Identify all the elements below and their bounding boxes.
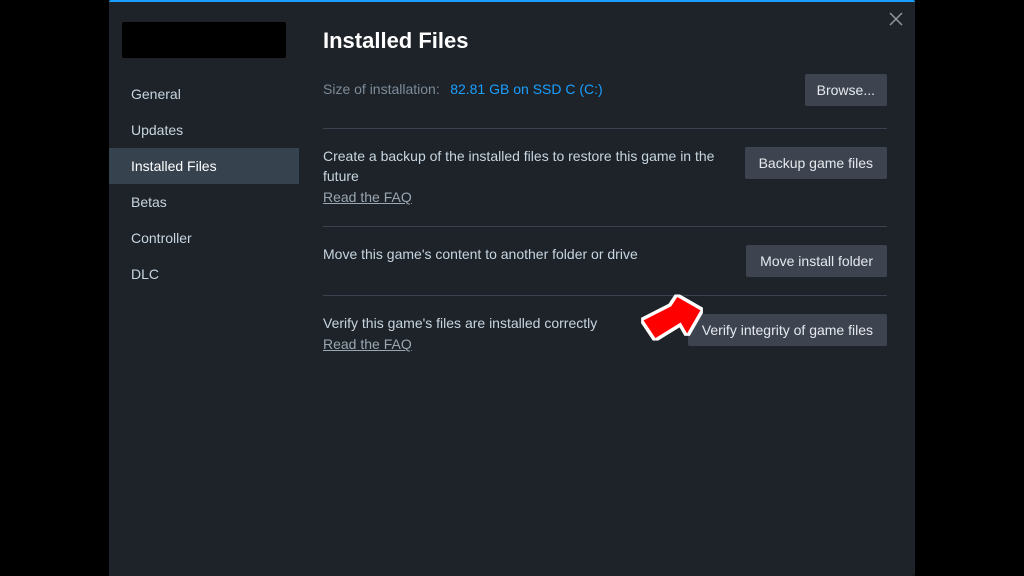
verify-faq-link[interactable]: Read the FAQ xyxy=(323,335,412,355)
sidebar-item-dlc[interactable]: DLC xyxy=(109,256,299,292)
sidebar-item-installed-files[interactable]: Installed Files xyxy=(109,148,299,184)
installation-size-row: Size of installation: 82.81 GB on SSD C … xyxy=(323,74,887,106)
sidebar-item-betas[interactable]: Betas xyxy=(109,184,299,220)
close-icon xyxy=(889,12,903,26)
backup-faq-link[interactable]: Read the FAQ xyxy=(323,188,412,208)
move-description: Move this game's content to another fold… xyxy=(323,245,718,265)
properties-window: General Updates Installed Files Betas Co… xyxy=(109,0,915,576)
sidebar-item-updates[interactable]: Updates xyxy=(109,112,299,148)
move-row: Move this game's content to another fold… xyxy=(323,226,887,295)
close-button[interactable] xyxy=(885,8,907,30)
verify-text: Verify this game's files are installed c… xyxy=(323,315,597,331)
verify-row: Verify this game's files are installed c… xyxy=(323,295,887,373)
move-install-folder-button[interactable]: Move install folder xyxy=(746,245,887,277)
browse-button[interactable]: Browse... xyxy=(805,74,887,106)
sidebar-item-controller[interactable]: Controller xyxy=(109,220,299,256)
content-panel: Installed Files Size of installation: 82… xyxy=(299,2,915,576)
page-title: Installed Files xyxy=(323,28,887,54)
size-label: Size of installation: xyxy=(323,81,440,97)
backup-description: Create a backup of the installed files t… xyxy=(323,147,718,208)
verify-description: Verify this game's files are installed c… xyxy=(323,314,672,355)
size-value[interactable]: 82.81 GB on SSD C (C:) xyxy=(450,81,603,97)
move-text: Move this game's content to another fold… xyxy=(323,246,638,262)
verify-integrity-button[interactable]: Verify integrity of game files xyxy=(688,314,887,346)
backup-game-files-button[interactable]: Backup game files xyxy=(745,147,887,179)
backup-text: Create a backup of the installed files t… xyxy=(323,148,714,184)
sidebar-item-general[interactable]: General xyxy=(109,76,299,112)
sidebar: General Updates Installed Files Betas Co… xyxy=(109,2,299,576)
game-title-redacted xyxy=(122,22,286,58)
backup-row: Create a backup of the installed files t… xyxy=(323,128,887,226)
